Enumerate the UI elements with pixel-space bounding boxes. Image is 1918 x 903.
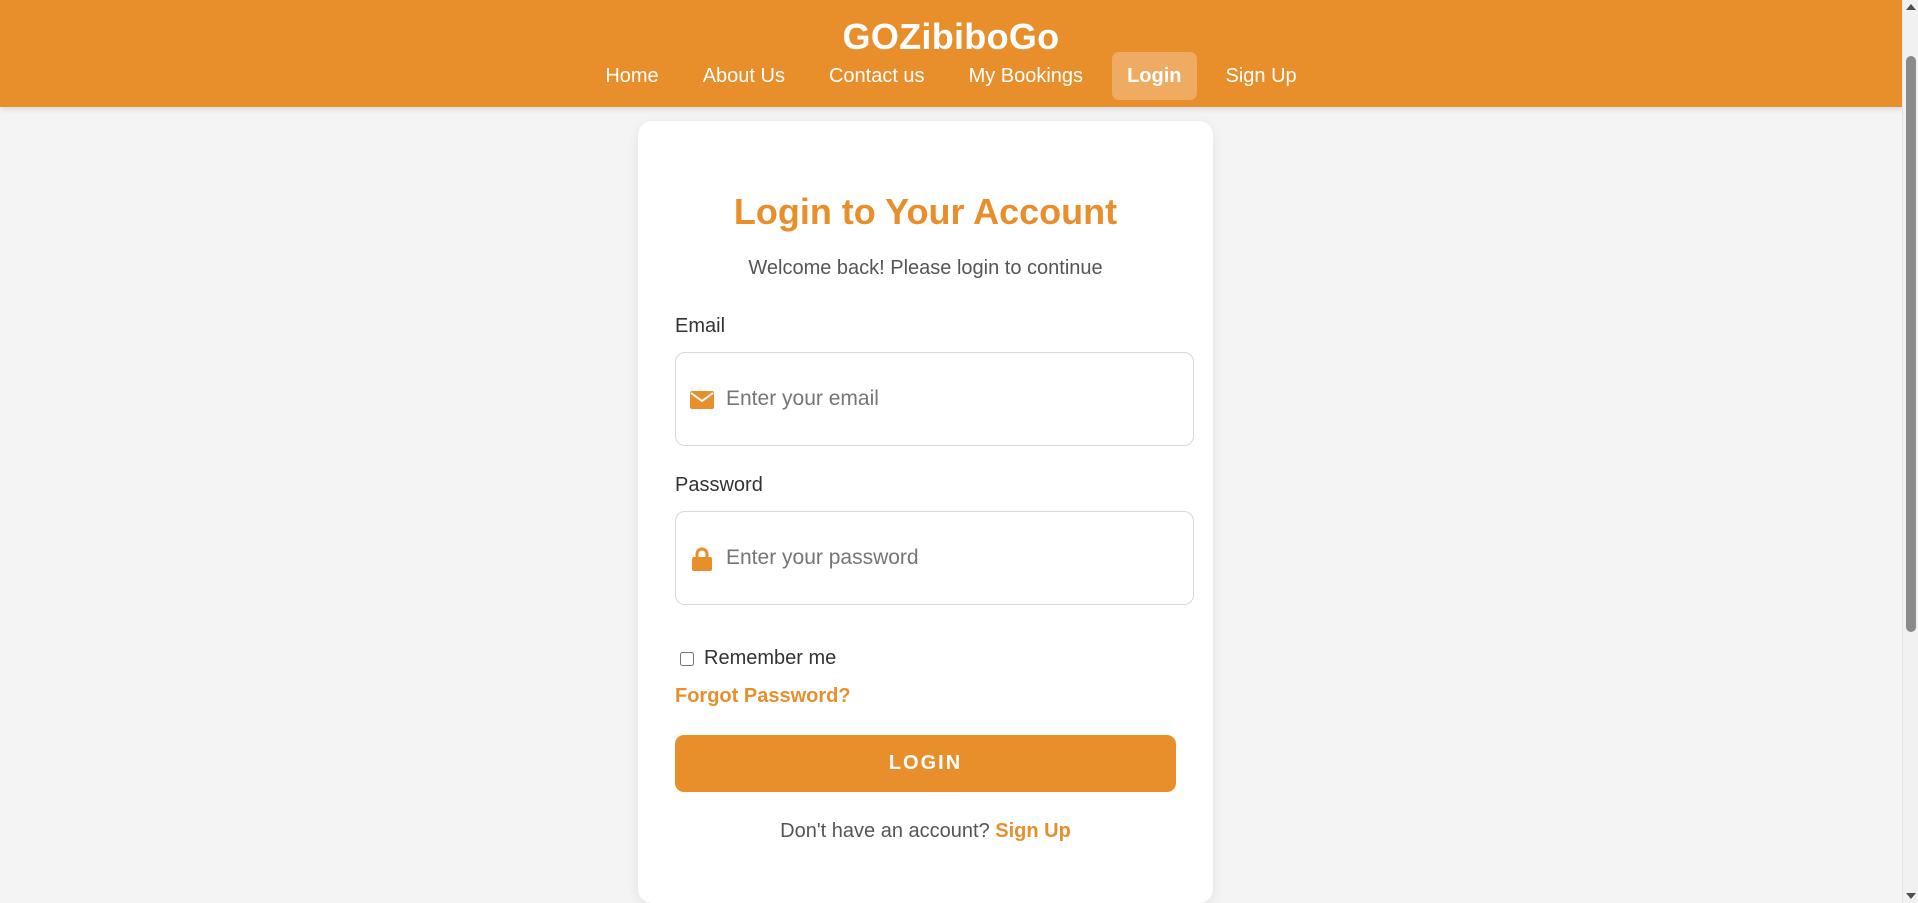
login-button[interactable]: LOGIN <box>675 735 1176 792</box>
signup-prompt-text: Don't have an account? <box>780 820 990 842</box>
nav-login[interactable]: Login <box>1112 52 1197 100</box>
envelope-icon <box>690 388 714 412</box>
nav-my-bookings[interactable]: My Bookings <box>954 52 1099 100</box>
login-subtitle: Welcome back! Please login to continue <box>748 257 1103 279</box>
signup-link[interactable]: Sign Up <box>995 820 1071 842</box>
email-input[interactable] <box>726 353 1176 444</box>
lock-icon <box>690 547 714 571</box>
nav-sign-up[interactable]: Sign Up <box>1211 52 1312 100</box>
email-field-wrapper <box>675 352 1194 446</box>
forgot-password-link[interactable]: Forgot Password? <box>675 685 851 708</box>
page-scrollbar[interactable] <box>1902 0 1918 903</box>
remember-me-checkbox[interactable] <box>680 651 694 666</box>
nav-about-us[interactable]: About Us <box>688 52 800 100</box>
top-header: GOZibiboGo Home About Us Contact us My B… <box>0 0 1902 107</box>
scroll-down-arrow-icon[interactable] <box>1906 893 1916 899</box>
remember-me-row: Remember me <box>680 647 836 670</box>
password-label: Password <box>675 474 763 496</box>
login-card: Login to Your Account Welcome back! Plea… <box>638 121 1213 903</box>
signup-prompt: Don't have an account? Sign Up <box>638 820 1213 843</box>
scroll-up-arrow-icon[interactable] <box>1906 4 1916 10</box>
remember-me-label[interactable]: Remember me <box>704 647 836 670</box>
login-title: Login to Your Account <box>733 191 1118 232</box>
main-nav: Home About Us Contact us My Bookings Log… <box>0 52 1902 100</box>
email-label: Email <box>675 315 726 337</box>
nav-home[interactable]: Home <box>590 52 673 100</box>
password-field-wrapper <box>675 511 1194 605</box>
password-input[interactable] <box>726 512 1176 603</box>
scroll-thumb[interactable] <box>1906 56 1916 632</box>
nav-contact-us[interactable]: Contact us <box>814 52 940 100</box>
